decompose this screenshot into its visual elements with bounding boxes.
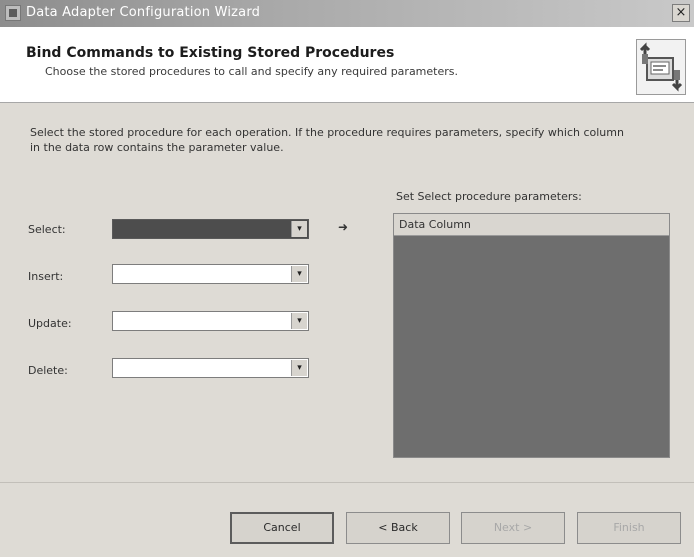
select-combobox[interactable]: ▾ bbox=[112, 219, 309, 239]
select-label: Select: bbox=[28, 223, 66, 236]
parameters-label: Set Select procedure parameters: bbox=[396, 190, 582, 203]
update-combobox[interactable]: ▾ bbox=[112, 311, 309, 331]
chevron-down-icon[interactable]: ▾ bbox=[291, 313, 307, 329]
close-button[interactable]: × bbox=[672, 4, 690, 22]
delete-combobox[interactable]: ▾ bbox=[112, 358, 309, 378]
update-label: Update: bbox=[28, 317, 72, 330]
chevron-down-icon[interactable]: ▾ bbox=[291, 266, 307, 282]
arrow-right-icon: ➜ bbox=[338, 220, 349, 234]
window-title: Data Adapter Configuration Wizard bbox=[26, 5, 261, 20]
insert-label: Insert: bbox=[28, 270, 64, 283]
close-icon: × bbox=[675, 5, 687, 20]
chevron-down-icon[interactable]: ▾ bbox=[291, 221, 307, 237]
parameters-grid[interactable]: Data Column bbox=[393, 213, 670, 458]
title-bar[interactable]: Data Adapter Configuration Wizard × bbox=[0, 0, 694, 27]
chevron-down-icon[interactable]: ▾ bbox=[291, 360, 307, 376]
finish-button[interactable]: Finish bbox=[577, 512, 681, 544]
page-subtitle: Choose the stored procedures to call and… bbox=[45, 65, 458, 78]
data-column-header[interactable]: Data Column bbox=[394, 214, 669, 236]
app-icon bbox=[5, 5, 21, 21]
next-button[interactable]: Next > bbox=[461, 512, 565, 544]
cancel-button[interactable]: Cancel bbox=[230, 512, 334, 544]
insert-combobox[interactable]: ▾ bbox=[112, 264, 309, 284]
wizard-window: Data Adapter Configuration Wizard × Bind… bbox=[0, 0, 694, 557]
wizard-database-icon bbox=[636, 39, 686, 95]
page-title: Bind Commands to Existing Stored Procedu… bbox=[26, 45, 395, 61]
instructions-text: Select the stored procedure for each ope… bbox=[30, 126, 624, 154]
delete-label: Delete: bbox=[28, 364, 68, 377]
back-button[interactable]: < Back bbox=[346, 512, 450, 544]
wizard-header: Bind Commands to Existing Stored Procedu… bbox=[0, 27, 694, 103]
